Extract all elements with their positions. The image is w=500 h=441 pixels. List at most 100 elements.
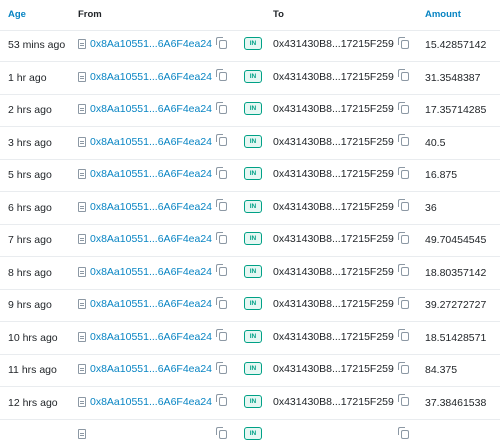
copy-icon[interactable] xyxy=(397,101,409,114)
from-address-link[interactable]: 0x8Aa10551...6A6F4ea24 xyxy=(90,233,212,245)
copy-icon[interactable] xyxy=(216,199,228,211)
from-address-link[interactable]: 0x8Aa10551...6A6F4ea24 xyxy=(90,266,212,278)
to-cell: 0x431430B8...17215F259 xyxy=(273,199,409,213)
to-cell: 0x431430B8...17215F259 xyxy=(273,264,409,278)
table-row: 3 hrs ago 0x8Aa10551...6A6F4ea24 IN 0x43143… xyxy=(0,127,500,160)
amount-cell: 37.38461538 xyxy=(425,396,487,409)
copy-icon[interactable] xyxy=(216,394,228,406)
age-cell: 53 mins ago xyxy=(8,39,66,51)
document-icon xyxy=(78,39,86,49)
from-address-link[interactable]: 0x8Aa10551...6A6F4ea24 xyxy=(90,298,212,310)
copy-icon[interactable] xyxy=(216,426,228,439)
table-header: Age From To Amount xyxy=(0,0,500,31)
to-address: 0x431430B8...17215F259 xyxy=(273,298,394,310)
copy-icon[interactable] xyxy=(216,296,228,309)
to-address: 0x431430B8...17215F259 xyxy=(273,135,394,148)
direction-badge: IN xyxy=(244,362,262,375)
age-cell: 6 hrs ago xyxy=(8,201,52,214)
from-address-link[interactable]: 0x8Aa10551...6A6F4ea24 xyxy=(90,363,212,375)
from-cell: 0x8Aa10551...6A6F4ea24 xyxy=(78,394,228,408)
direction-badge: IN xyxy=(244,102,262,115)
document-icon xyxy=(78,364,86,374)
to-cell: 0x431430B8...17215F259 xyxy=(273,426,409,440)
table-row: 8 hrs ago 0x8Aa10551...6A6F4ea24 IN 0x43143… xyxy=(0,257,500,290)
table-row: 10 hrs ago 0x8Aa10551...6A6F4ea24 IN 0x4314… xyxy=(0,322,500,355)
to-cell: 0x431430B8...17215F259 xyxy=(273,361,409,375)
to-address: 0x431430B8...17215F259 xyxy=(273,233,394,245)
copy-icon[interactable] xyxy=(216,361,228,374)
age-cell: 11 hrs ago xyxy=(8,364,57,376)
from-address-link[interactable]: 0x8Aa10551...6A6F4ea24 xyxy=(90,168,212,180)
age-cell: 2 hrs ago xyxy=(8,104,52,116)
to-cell: 0x431430B8...17215F259 xyxy=(273,329,409,343)
copy-icon[interactable] xyxy=(397,199,409,211)
copy-icon[interactable] xyxy=(216,231,228,244)
from-address-link[interactable]: 0x8Aa10551...6A6F4ea24 xyxy=(90,136,212,148)
to-cell: 0x431430B8...17215F259 xyxy=(273,394,409,408)
to-address: 0x431430B8...17215F259 xyxy=(273,330,394,343)
amount-cell: 17.35714285 xyxy=(425,104,487,116)
copy-icon[interactable] xyxy=(397,36,409,49)
column-header-amount[interactable]: Amount xyxy=(425,9,461,20)
document-icon xyxy=(78,71,86,82)
to-address: 0x431430B8...17215F259 xyxy=(273,200,394,213)
direction-badge: IN xyxy=(244,37,262,50)
to-cell: 0x431430B8...17215F259 xyxy=(273,231,409,245)
from-cell: 0x8Aa10551...6A6F4ea24 xyxy=(78,69,228,83)
amount-cell: 15.42857142 xyxy=(425,39,487,51)
copy-icon[interactable] xyxy=(397,394,409,406)
copy-icon[interactable] xyxy=(216,166,228,179)
direction-badge: IN xyxy=(244,394,262,408)
copy-icon[interactable] xyxy=(397,361,409,374)
copy-icon[interactable] xyxy=(397,264,409,276)
from-address-link[interactable]: 0x8Aa10551...6A6F4ea24 xyxy=(90,396,212,408)
age-cell: 8 hrs ago xyxy=(8,266,52,279)
to-address: 0x431430B8...17215F259 xyxy=(273,395,394,408)
table-row: 9 hrs ago 0x8Aa10551...6A6F4ea24 IN 0x43143… xyxy=(0,289,500,322)
age-cell: 1 hr ago xyxy=(8,71,47,84)
document-icon xyxy=(78,396,86,407)
from-cell: 0x8Aa10551...6A6F4ea24 xyxy=(78,166,228,180)
copy-icon[interactable] xyxy=(397,426,409,439)
copy-icon[interactable] xyxy=(397,296,409,309)
to-address: 0x431430B8...17215F259 xyxy=(273,38,394,50)
document-icon xyxy=(78,266,86,277)
table-row: 5 hrs ago 0x8Aa10551...6A6F4ea24 IN 0x43143… xyxy=(0,159,500,192)
copy-icon[interactable] xyxy=(397,69,409,81)
copy-icon[interactable] xyxy=(397,329,409,341)
direction-badge: IN xyxy=(244,427,262,440)
to-address: 0x431430B8...17215F259 xyxy=(273,363,394,375)
copy-icon[interactable] xyxy=(216,69,228,81)
age-cell: 12 hrs ago xyxy=(8,396,58,409)
from-address-link[interactable]: 0x8Aa10551...6A6F4ea24 xyxy=(90,71,212,83)
from-cell: 0x8Aa10551...6A6F4ea24 xyxy=(78,264,228,278)
amount-cell: 40.5 xyxy=(425,136,446,149)
to-cell: 0x431430B8...17215F259 xyxy=(273,69,409,83)
column-header-age[interactable]: Age xyxy=(8,9,26,20)
from-cell: 0x8Aa10551...6A6F4ea24 xyxy=(78,134,228,148)
copy-icon[interactable] xyxy=(216,36,228,49)
from-cell: 0x8Aa10551...6A6F4ea24 xyxy=(78,329,228,343)
from-address-link[interactable]: 0x8Aa10551...6A6F4ea24 xyxy=(90,331,212,343)
copy-icon[interactable] xyxy=(216,264,228,276)
copy-icon[interactable] xyxy=(216,101,228,114)
copy-icon[interactable] xyxy=(216,134,228,146)
from-address-link[interactable]: 0x8Aa10551...6A6F4ea24 xyxy=(90,38,212,50)
from-address-link[interactable]: 0x8Aa10551...6A6F4ea24 xyxy=(90,103,212,115)
copy-icon[interactable] xyxy=(216,329,228,341)
from-address-link[interactable]: 0x8Aa10551...6A6F4ea24 xyxy=(90,201,212,213)
to-cell: 0x431430B8...17215F259 xyxy=(273,296,409,310)
direction-badge: IN xyxy=(244,232,262,245)
copy-icon[interactable] xyxy=(397,231,409,244)
direction-badge: IN xyxy=(244,167,262,180)
amount-cell: 49.70454545 xyxy=(425,234,487,246)
to-cell: 0x431430B8...17215F259 xyxy=(273,101,409,115)
amount-cell: 36 xyxy=(425,201,437,214)
copy-icon[interactable] xyxy=(397,166,409,179)
from-cell: 0x8Aa10551...6A6F4ea24 xyxy=(78,199,228,213)
amount-cell: 16.875 xyxy=(425,169,458,181)
table-row: 7 hrs ago 0x8Aa10551...6A6F4ea24 IN 0x43143… xyxy=(0,224,500,257)
copy-icon[interactable] xyxy=(397,134,409,146)
to-cell: 0x431430B8...17215F259 xyxy=(273,134,409,148)
table-row: 53 mins ago 0x8Aa10551...6A6F4ea24 IN 0x431… xyxy=(0,29,500,62)
